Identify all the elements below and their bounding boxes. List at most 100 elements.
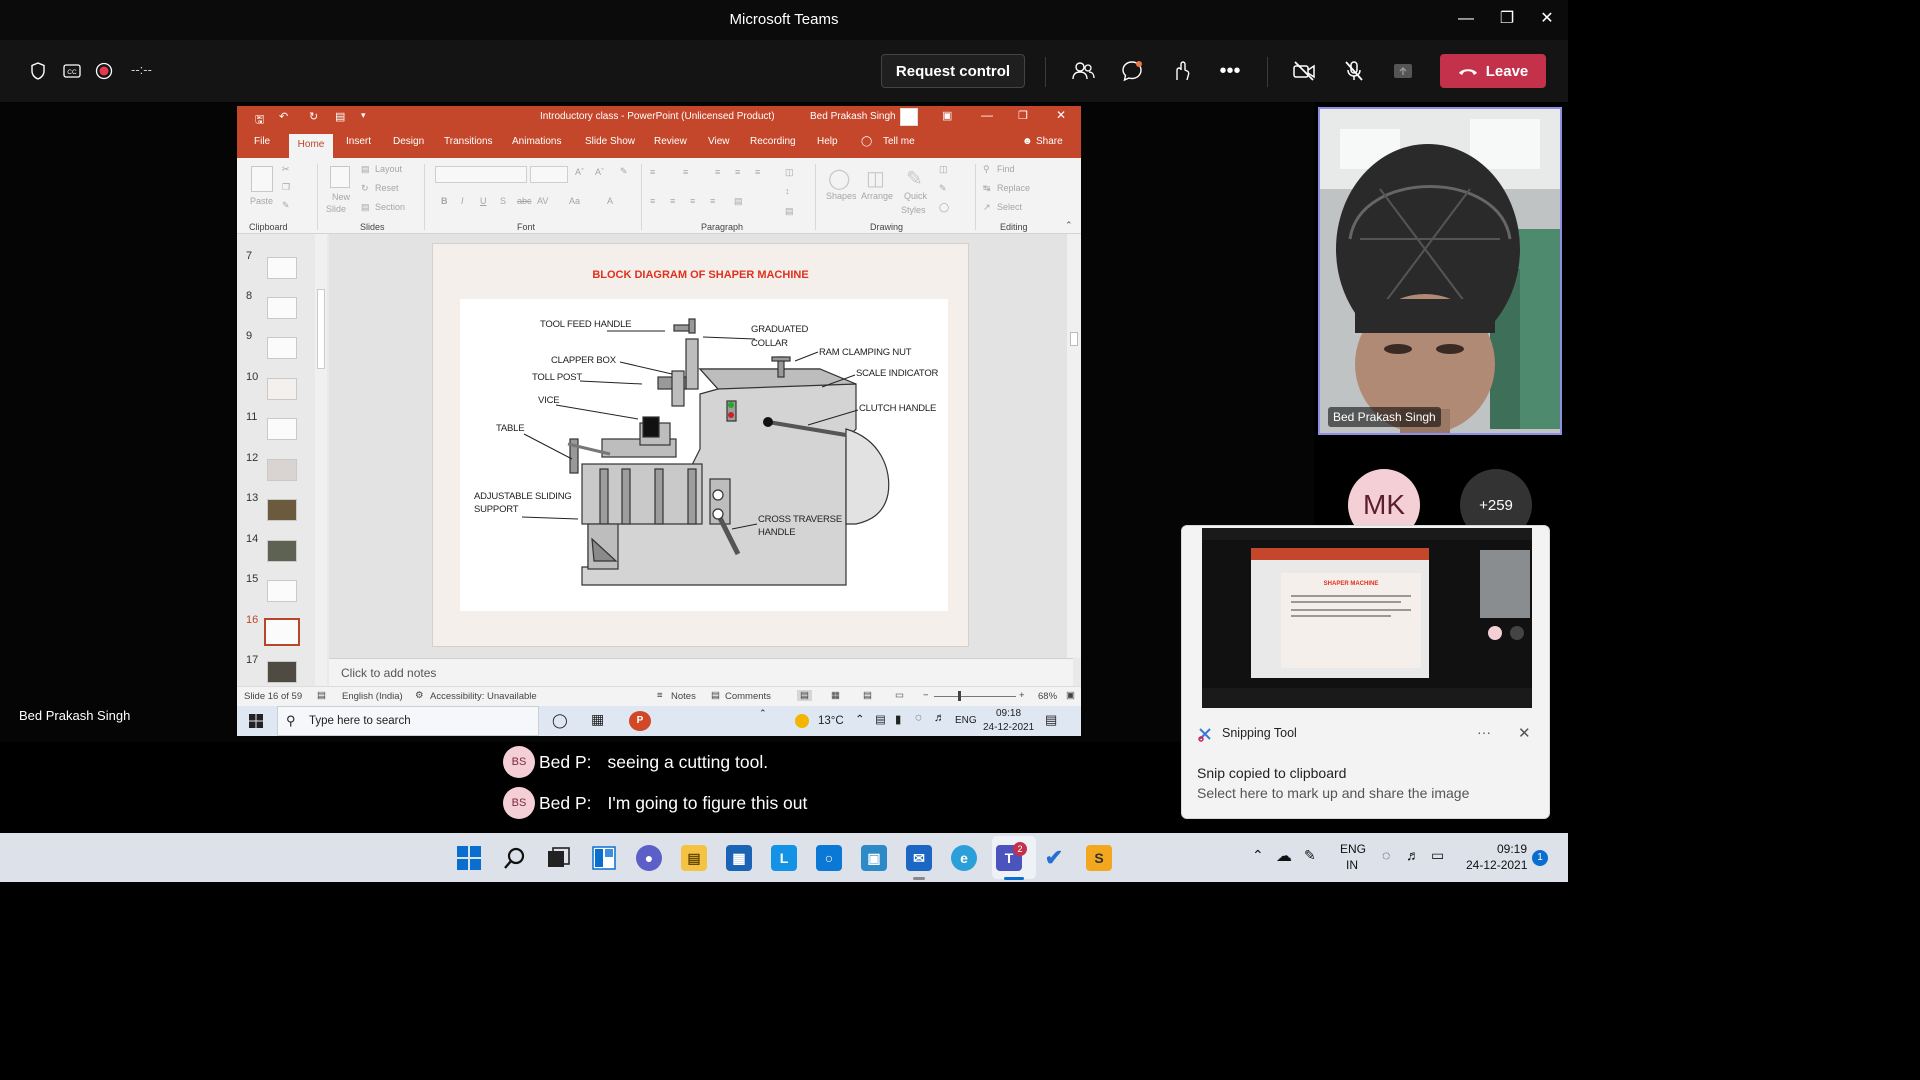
layout-icon: ▤ [361, 164, 370, 174]
thumb-number: 13 [246, 492, 259, 504]
ribbon-separator [815, 164, 816, 230]
participant-video-tile[interactable]: Bed Prakash Singh [1318, 107, 1562, 435]
current-slide: BLOCK DIAGRAM OF SHAPER MACHINE TOOL FEE… [432, 243, 969, 647]
inner-search-box: ⚲ Type here to search [277, 706, 539, 736]
ppt-ribbon-tabs: File Home Insert Design Transitions Anim… [237, 128, 1081, 158]
reset-label: Reset [375, 183, 399, 193]
increase-indent-icon: ≡ [735, 167, 741, 177]
shaper-machine-drawing [521, 318, 890, 586]
grow-font-icon: Aˆ [575, 167, 584, 177]
volume-icon[interactable]: ♬ [1406, 847, 1420, 863]
label-clapper-box: CLAPPER BOX [551, 355, 616, 366]
toast-close-icon[interactable]: ✕ [1518, 724, 1531, 742]
close-window-button[interactable]: ✕ [1527, 6, 1567, 32]
undo-icon: ↶ [279, 111, 289, 123]
microsoft-store-icon[interactable]: ▦ [726, 845, 752, 871]
char-spacing-icon: AV [537, 196, 549, 206]
teams-title-bar: Microsoft Teams — ❐ ✕ [0, 0, 1568, 40]
mail-icon[interactable]: ✉ [906, 845, 932, 871]
zoom-level: 68% [1038, 691, 1058, 702]
tray-time[interactable]: 09:19 [1497, 842, 1527, 856]
cortana-icon: ◯ [552, 712, 568, 728]
todo-icon[interactable]: ✔ [1041, 845, 1067, 871]
italic-icon: I [461, 196, 464, 206]
language-status: English (India) [342, 691, 403, 702]
justify-icon: ≡ [710, 196, 716, 206]
search-icon[interactable] [503, 846, 527, 870]
battery-icon[interactable]: ▭ [1431, 847, 1444, 864]
leave-button[interactable]: Leave [1440, 54, 1546, 88]
caption-line: BS Bed P: I'm going to figure this out [503, 787, 807, 819]
inner-temperature: 13°C [818, 715, 844, 727]
ppt-tab-home: Home [289, 134, 333, 158]
request-control-button[interactable]: Request control [881, 54, 1025, 88]
task-view-icon[interactable] [547, 846, 571, 870]
font-name-field [435, 166, 527, 183]
quick-label: Quick [904, 191, 928, 201]
snipping-tool-notification[interactable]: SHAPER MACHINE Snipping Tool ··· ✕ Snip … [1181, 525, 1550, 819]
ribbon-group-clipboard: Clipboard [249, 222, 288, 232]
notification-count-badge[interactable]: 1 [1532, 850, 1548, 866]
minimize-button[interactable]: — [1446, 6, 1486, 32]
label-vice: VICE [538, 395, 560, 406]
ppt-tell-me: Tell me [883, 136, 915, 147]
toolbar-divider [1045, 57, 1046, 87]
thumb-number: 8 [246, 290, 253, 302]
participants-icon[interactable] [1069, 58, 1097, 84]
label-collar: COLLAR [751, 338, 788, 349]
wifi-icon[interactable]: ◌ [1382, 847, 1390, 863]
reactions-icon[interactable] [1167, 58, 1195, 84]
tray-expand-icon: ⌃ [855, 714, 865, 726]
preview-slide-text-line [1291, 609, 1411, 611]
notes-icon: ≡ [657, 690, 663, 701]
remote-desktop-icon[interactable]: ▣ [861, 845, 887, 871]
shrink-font-icon: Aˇ [595, 167, 604, 177]
arrange-label: Arrange [861, 191, 894, 201]
preview-slide-text-line [1291, 595, 1411, 597]
lucid-app-icon[interactable]: L [771, 845, 797, 871]
label-cross-traverse: CROSS TRAVERSE [758, 514, 842, 525]
ppt-tab-help: Help [817, 136, 838, 147]
shield-icon[interactable] [24, 58, 52, 84]
file-explorer-icon[interactable]: ▤ [681, 845, 707, 871]
tray-lang[interactable]: ENG [1340, 842, 1366, 856]
toast-app-name: Snipping Tool [1222, 726, 1297, 740]
sublime-text-icon[interactable]: S [1086, 845, 1112, 871]
preview-slide-title: SHAPER MACHINE [1323, 581, 1379, 587]
leave-label: Leave [1485, 62, 1529, 80]
widgets-icon[interactable] [592, 846, 616, 870]
toast-title: Snip copied to clipboard [1197, 765, 1347, 781]
caption-speaker: Bed P: [539, 792, 592, 813]
person-icon: ☻ [1022, 136, 1033, 147]
closed-captions-icon[interactable]: CC [58, 58, 86, 84]
toast-more-options-icon[interactable]: ··· [1477, 724, 1491, 740]
fit-slide-icon: ▣ [1066, 690, 1075, 701]
snip-preview-image[interactable]: SHAPER MACHINE [1202, 528, 1532, 708]
pen-input-icon[interactable]: ✎ [1304, 847, 1316, 864]
onedrive-icon[interactable]: ☁ [1276, 846, 1292, 866]
chat-icon[interactable] [1118, 58, 1146, 84]
tray-chevron-icon[interactable]: ⌃ [1252, 847, 1264, 864]
more-options-icon[interactable]: ••• [1216, 58, 1244, 84]
slide-thumbnail [267, 257, 297, 279]
preview-ppt-titlebar [1251, 548, 1429, 560]
zoom-icon[interactable]: ○ [816, 845, 842, 871]
tray-region[interactable]: IN [1346, 858, 1358, 872]
mic-off-icon[interactable] [1340, 58, 1368, 84]
start-button[interactable] [457, 846, 481, 870]
text-direction-icon: ↕ [785, 186, 790, 196]
video-participant-name: Bed Prakash Singh [1328, 407, 1441, 427]
thumb-number: 12 [246, 452, 259, 464]
tray-date[interactable]: 24-12-2021 [1466, 858, 1527, 872]
ppt-tab-design: Design [393, 136, 425, 147]
edge-icon[interactable]: e [951, 845, 977, 871]
restore-button[interactable]: ❐ [1487, 6, 1527, 32]
slide-scroll-thumb [1070, 332, 1078, 346]
ribbon-separator [975, 164, 976, 230]
teams-chat-icon[interactable]: ● [636, 845, 662, 871]
notes-pane: Click to add notes [329, 658, 1073, 686]
preview-avatar [1488, 626, 1502, 640]
shape-fill-icon: ◫ [939, 164, 948, 174]
camera-off-icon[interactable] [1290, 58, 1318, 84]
section-label: Section [375, 202, 406, 212]
